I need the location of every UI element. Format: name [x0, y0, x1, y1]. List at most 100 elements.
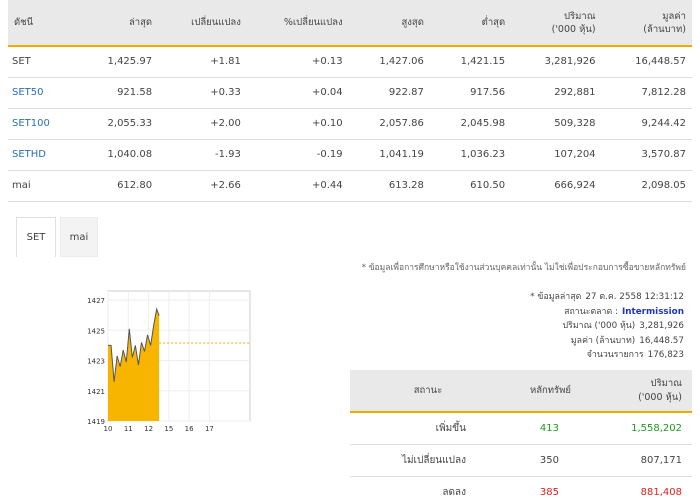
- deals-row: จำนวนรายการ 176,823: [530, 348, 684, 363]
- index-name-link[interactable]: SETHD: [8, 139, 77, 171]
- tab-set[interactable]: SET: [16, 217, 56, 257]
- deals-label: จำนวนรายการ: [586, 350, 644, 360]
- table-row: เพิ่มขึ้น 413 1,558,202: [350, 412, 692, 445]
- col-header-change: เปลี่ยนแปลง: [158, 0, 247, 46]
- y-tick-label: 1419: [87, 418, 105, 426]
- index-low: 1,421.15: [429, 46, 512, 78]
- disclaimer-note: * ข้อมูลเพื่อการศึกษาหรือใช้งานส่วนบุคคล…: [361, 263, 686, 273]
- index-low: 2,045.98: [429, 108, 512, 140]
- index-name-link[interactable]: SET50: [8, 77, 77, 109]
- stat-volume: 807,171: [594, 444, 692, 477]
- stat-count: 413: [505, 412, 595, 445]
- stat-status: ไม่เปลี่ยนแปลง: [350, 444, 506, 477]
- value-label: มูลค่า (ล้านบาท): [570, 335, 636, 346]
- market-status-row: สถานะตลาด : Intermission: [530, 305, 684, 320]
- x-tick-label: 17: [205, 425, 214, 433]
- col-header-volume: ปริมาณ ('000 หุ้น): [511, 0, 602, 46]
- stat-status: ลดลง: [350, 476, 506, 504]
- index-high: 2,057.86: [348, 108, 430, 140]
- index-high: 1,427.06: [348, 46, 430, 78]
- index-last: 921.58: [76, 77, 159, 109]
- index-name: SET: [8, 46, 77, 78]
- volume-row: ปริมาณ ('000 หุ้น) 3,281,926: [530, 319, 684, 334]
- index-high: 1,041.19: [348, 139, 430, 171]
- index-pct-change: +0.44: [246, 170, 349, 202]
- y-tick-label: 1427: [87, 297, 105, 305]
- market-status-value: Intermission: [621, 306, 684, 317]
- index-volume: 107,204: [511, 139, 602, 171]
- table-row: SET50 921.58 +0.33 +0.04 922.87 917.56 2…: [8, 77, 692, 109]
- col-header-high: สูงสุด: [348, 0, 430, 46]
- table-row: ลดลง 385 881,408: [350, 476, 692, 504]
- index-table: ดัชนี ล่าสุด เปลี่ยนแปลง %เปลี่ยนแปลง สู…: [8, 0, 692, 202]
- index-pct-change: +0.04: [246, 77, 349, 109]
- index-name: mai: [8, 170, 77, 202]
- index-pct-change: +0.13: [246, 46, 349, 78]
- market-status-label: สถานะตลาด :: [564, 306, 618, 317]
- index-last: 1,040.08: [76, 139, 159, 171]
- x-tick-label: 10: [104, 425, 113, 433]
- value-value: 16,448.57: [639, 335, 684, 346]
- tab-mai[interactable]: mai: [60, 217, 98, 257]
- index-low: 917.56: [429, 77, 512, 109]
- index-volume: 666,924: [511, 170, 602, 202]
- table-row: mai 612.80 +2.66 +0.44 613.28 610.50 666…: [8, 170, 692, 202]
- index-high: 613.28: [348, 170, 430, 202]
- col-header-pct-change: %เปลี่ยนแปลง: [246, 0, 349, 46]
- volume-value: 3,281,926: [639, 321, 684, 331]
- col-header-low: ต่ำสุด: [429, 0, 512, 46]
- market-tabs: SET mai: [16, 217, 98, 257]
- x-tick-label: 12: [144, 425, 153, 433]
- index-low: 1,036.23: [429, 139, 512, 171]
- table-row: SET 1,425.97 +1.81 +0.13 1,427.06 1,421.…: [8, 46, 692, 78]
- index-value: 2,098.05: [601, 170, 692, 202]
- y-tick-label: 1423: [87, 358, 105, 366]
- deals-value: 176,823: [647, 350, 684, 360]
- col-header-securities: หลักทรัพย์: [505, 370, 595, 413]
- col-header-status: สถานะ: [350, 370, 506, 413]
- index-value: 7,812.28: [601, 77, 692, 109]
- index-high: 922.87: [348, 77, 430, 109]
- x-tick-label: 15: [164, 425, 173, 433]
- index-table-header: ดัชนี ล่าสุด เปลี่ยนแปลง %เปลี่ยนแปลง สู…: [8, 0, 692, 46]
- volume-label: ปริมาณ ('000 หุ้น): [562, 321, 636, 331]
- index-low: 610.50: [429, 170, 512, 202]
- index-volume: 292,881: [511, 77, 602, 109]
- advance-decline-table: สถานะ หลักทรัพย์ ปริมาณ ('000 หุ้น) เพิ่…: [350, 370, 692, 504]
- col-header-index: ดัชนี: [8, 0, 77, 46]
- updated-value: 27 ต.ค. 2558 12:31:12: [585, 292, 684, 302]
- index-change: +2.66: [158, 170, 247, 202]
- index-change: -1.93: [158, 139, 247, 171]
- col-header-stat-volume: ปริมาณ ('000 หุ้น): [594, 370, 692, 413]
- index-change: +2.00: [158, 108, 247, 140]
- index-value: 16,448.57: [601, 46, 692, 78]
- index-last: 612.80: [76, 170, 159, 202]
- col-header-last: ล่าสุด: [76, 0, 159, 46]
- updated-row: * ข้อมูลล่าสุด 27 ต.ค. 2558 12:31:12: [530, 290, 684, 305]
- stat-status: เพิ่มขึ้น: [350, 412, 506, 445]
- y-tick-label: 1425: [87, 327, 105, 335]
- intraday-chart: 1427 1425 1423 1421 141910 11 12 15 16 17: [87, 290, 251, 433]
- stat-table-header: สถานะ หลักทรัพย์ ปริมาณ ('000 หุ้น): [350, 370, 692, 413]
- value-row: มูลค่า (ล้านบาท) 16,448.57: [530, 334, 684, 349]
- updated-label: * ข้อมูลล่าสุด: [530, 292, 582, 302]
- stat-volume: 881,408: [594, 476, 692, 504]
- index-last: 2,055.33: [76, 108, 159, 140]
- index-volume: 509,328: [511, 108, 602, 140]
- index-last: 1,425.97: [76, 46, 159, 78]
- x-tick-label: 16: [185, 425, 194, 433]
- x-tick-label: 11: [124, 425, 133, 433]
- y-tick-label: 1421: [87, 388, 105, 396]
- index-volume: 3,281,926: [511, 46, 602, 78]
- index-change: +0.33: [158, 77, 247, 109]
- table-row: SET100 2,055.33 +2.00 +0.10 2,057.86 2,0…: [8, 108, 692, 140]
- table-row: ไม่เปลี่ยนแปลง 350 807,171: [350, 444, 692, 477]
- stat-volume: 1,558,202: [594, 412, 692, 445]
- table-row: SETHD 1,040.08 -1.93 -0.19 1,041.19 1,03…: [8, 139, 692, 171]
- col-header-value: มูลค่า (ล้านบาท): [601, 0, 692, 46]
- index-pct-change: +0.10: [246, 108, 349, 140]
- index-name-link[interactable]: SET100: [8, 108, 77, 140]
- index-value: 3,570.87: [601, 139, 692, 171]
- stat-count: 385: [505, 476, 595, 504]
- index-change: +1.81: [158, 46, 247, 78]
